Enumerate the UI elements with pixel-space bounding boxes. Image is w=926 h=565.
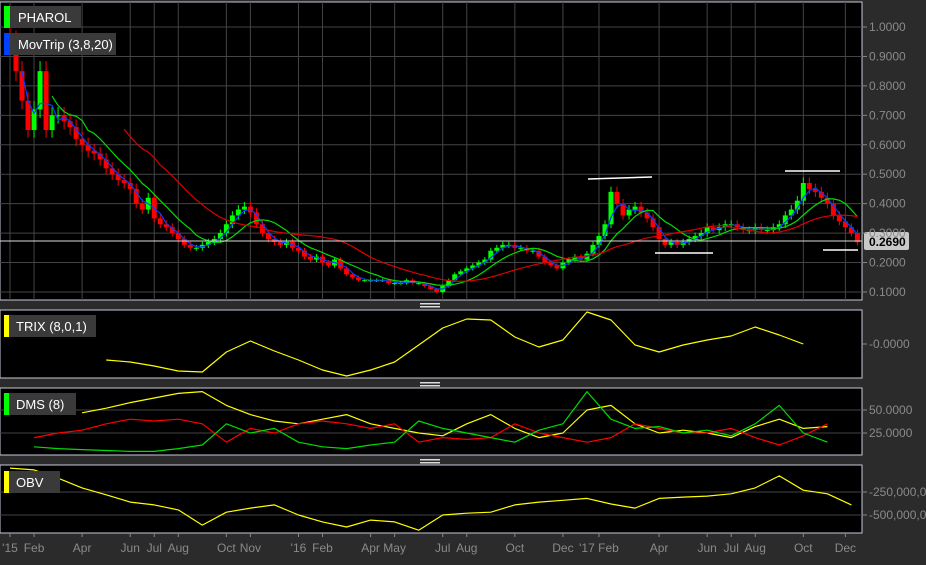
x-tick-label: Oct bbox=[794, 541, 813, 555]
splitter-handle[interactable] bbox=[420, 459, 440, 461]
x-tick-label: Jun bbox=[121, 541, 140, 555]
candle-up bbox=[494, 247, 500, 251]
candle-up bbox=[764, 230, 770, 232]
obv-axis-label: -250,000,000 bbox=[869, 485, 926, 499]
x-tick-label: '15 bbox=[2, 541, 18, 555]
splitter-handle[interactable] bbox=[420, 385, 440, 387]
price-tick-label: 0.9000 bbox=[869, 49, 906, 63]
stock-chart: 0.2690 1.00000.90000.80000.70000.60000.5… bbox=[0, 0, 926, 560]
candle-down bbox=[662, 238, 668, 245]
candle-up bbox=[392, 283, 398, 285]
candle-up bbox=[608, 191, 614, 225]
price-tick-label: 0.6000 bbox=[869, 138, 906, 152]
x-tick-label: Feb bbox=[24, 541, 45, 555]
x-tick-label: Aug bbox=[456, 541, 477, 555]
candle-up bbox=[193, 247, 199, 249]
x-tick-label: Oct bbox=[217, 541, 236, 555]
overlay-label: MovTrip (3,8,20) bbox=[18, 37, 113, 52]
splitter-handle[interactable] bbox=[420, 303, 440, 305]
x-tick-label: Nov bbox=[240, 541, 261, 555]
candle-down bbox=[139, 203, 145, 210]
x-tick-label: May bbox=[383, 541, 406, 555]
dms-axis-label: 25.0000 bbox=[869, 426, 913, 440]
x-tick-label: Dec bbox=[835, 541, 856, 555]
candle-up bbox=[596, 236, 602, 245]
candle-up bbox=[49, 115, 55, 131]
x-tick-label: Aug bbox=[168, 541, 189, 555]
price-tick-label: 0.1000 bbox=[869, 285, 906, 299]
candle-down bbox=[43, 71, 49, 131]
candle-up bbox=[362, 280, 368, 282]
candle-down bbox=[19, 71, 25, 101]
x-tick-label: '16 bbox=[291, 541, 307, 555]
splitter-handle[interactable] bbox=[420, 382, 440, 384]
price-tick-label: 0.3000 bbox=[869, 226, 906, 240]
trix-panel bbox=[0, 309, 863, 379]
symbol-label: PHAROL bbox=[18, 10, 71, 25]
price-tick-label: 0.4000 bbox=[869, 197, 906, 211]
splitter-handle[interactable] bbox=[420, 306, 440, 308]
candle-down bbox=[326, 262, 332, 266]
candle-down bbox=[806, 183, 812, 189]
dms-color-swatch bbox=[4, 393, 9, 415]
x-tick-label: Apr bbox=[361, 541, 380, 555]
obv-color-swatch bbox=[4, 471, 9, 493]
x-tick-label: Apr bbox=[650, 541, 669, 555]
price-tick-label: 0.2000 bbox=[869, 256, 906, 270]
splitter-handle[interactable] bbox=[420, 462, 440, 464]
trix-label: TRIX (8,0,1) bbox=[16, 319, 87, 334]
x-tick-label: Oct bbox=[506, 541, 525, 555]
x-tick-label: Jul bbox=[724, 541, 739, 555]
candle-down bbox=[308, 256, 313, 260]
dms-panel bbox=[0, 387, 863, 456]
overlay-color-swatch bbox=[4, 33, 10, 55]
x-tick-label: Feb bbox=[312, 541, 333, 555]
price-tick-label: 0.7000 bbox=[869, 108, 906, 122]
x-tick-label: '17 Feb bbox=[579, 541, 619, 555]
candle-down bbox=[157, 218, 163, 225]
x-tick-label: Apr bbox=[73, 541, 92, 555]
x-tick-label: Jul bbox=[435, 541, 450, 555]
obv-axis-label: -500,000,000 bbox=[869, 508, 926, 522]
dms-axis-label: 50.0000 bbox=[869, 403, 913, 417]
x-tick-label: Jul bbox=[147, 541, 162, 555]
price-tick-label: 1.0000 bbox=[869, 20, 906, 34]
obv-label: OBV bbox=[16, 475, 44, 490]
trix-axis-label: -0.0000 bbox=[869, 337, 910, 351]
trix-color-swatch bbox=[4, 315, 9, 337]
price-panel bbox=[0, 1, 863, 301]
x-tick-label: Dec bbox=[552, 541, 573, 555]
price-tick-label: 0.8000 bbox=[869, 79, 906, 93]
price-tick-label: 0.5000 bbox=[869, 167, 906, 181]
candle-up bbox=[241, 206, 247, 210]
candle-down bbox=[614, 191, 620, 204]
symbol-color-swatch bbox=[4, 6, 10, 28]
x-tick-label: Aug bbox=[745, 541, 766, 555]
x-tick-label: Jun bbox=[697, 541, 716, 555]
dms-label: DMS (8) bbox=[16, 397, 64, 412]
candle-up bbox=[626, 209, 632, 216]
candle-up bbox=[632, 206, 638, 210]
